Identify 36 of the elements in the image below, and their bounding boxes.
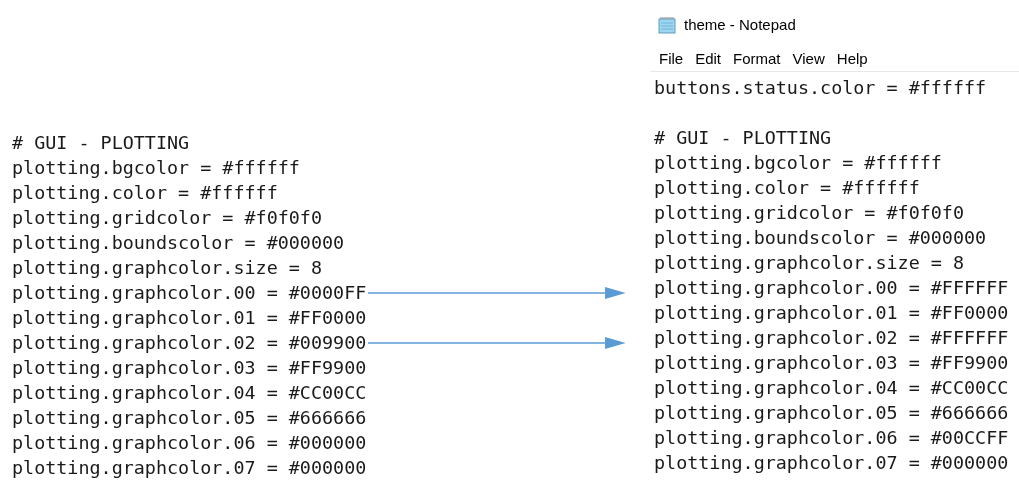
code-line: plotting.graphcolor.07 = #000000 — [12, 456, 367, 480]
text-line: plotting.graphcolor.01 = #FF0000 — [654, 301, 1010, 325]
text-line: plotting.boundscolor = #000000 — [654, 226, 988, 250]
text-line: plotting.graphcolor.size = 8 — [654, 251, 966, 275]
code-line: plotting.graphcolor.04 = #CC00CC — [12, 381, 367, 405]
text-line: plotting.graphcolor.00 = #FFFFFF — [654, 276, 1010, 300]
code-line: plotting.bgcolor = #ffffff — [12, 156, 300, 180]
code-line: plotting.color = #ffffff — [12, 181, 278, 205]
code-line: plotting.graphcolor.05 = #666666 — [12, 406, 367, 430]
code-line: plotting.graphcolor.02 = #009900 — [12, 331, 367, 355]
text-line: plotting.graphcolor.03 = #FF9900 — [654, 351, 1010, 375]
code-line: plotting.graphcolor.03 = #FF9900 — [12, 356, 367, 380]
text-line: plotting.graphcolor.05 = #666666 — [654, 401, 1010, 425]
menu-item[interactable]: View — [787, 48, 830, 71]
code-line: plotting.gridcolor = #f0f0f0 — [12, 206, 323, 230]
code-line: # GUI - PLOTTING — [12, 131, 190, 155]
text-line: # GUI - PLOTTING — [654, 126, 833, 150]
code-line: plotting.graphcolor.06 = #000000 — [12, 431, 367, 455]
text-line: plotting.graphcolor.02 = #FFFFFF — [654, 326, 1010, 350]
menu-item[interactable]: Format — [728, 48, 786, 71]
text-line: plotting.color = #ffffff — [654, 176, 921, 200]
text-line: plotting.graphcolor.07 = #000000 — [654, 451, 1010, 475]
code-line: plotting.graphcolor.00 = #0000FF — [12, 281, 367, 305]
menu-item[interactable]: Help — [831, 48, 873, 71]
notepad-icon — [658, 16, 676, 34]
window-title: theme - Notepad — [684, 14, 796, 35]
text-line: plotting.graphcolor.04 = #CC00CC — [654, 376, 1010, 400]
code-line: plotting.graphcolor.01 = #FF0000 — [12, 306, 367, 330]
menu-item[interactable]: Edit — [690, 48, 727, 71]
text-line: plotting.gridcolor = #f0f0f0 — [654, 201, 966, 225]
text-line: buttons.status.color = #ffffff — [654, 76, 988, 100]
menu-item[interactable]: File — [654, 48, 689, 71]
text-line: plotting.graphcolor.06 = #00CCFF — [654, 426, 1010, 450]
code-line: plotting.graphcolor.size = 8 — [12, 256, 323, 280]
text-line: plotting.bgcolor = #ffffff — [654, 151, 943, 175]
code-line: plotting.boundscolor = #000000 — [12, 231, 345, 255]
